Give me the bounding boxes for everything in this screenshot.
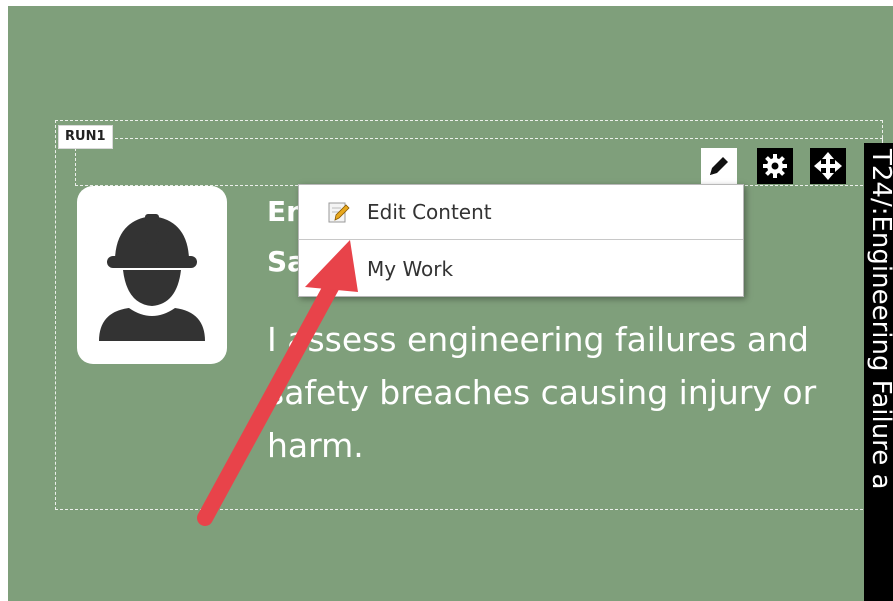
annotation-arrow-icon xyxy=(197,240,358,526)
